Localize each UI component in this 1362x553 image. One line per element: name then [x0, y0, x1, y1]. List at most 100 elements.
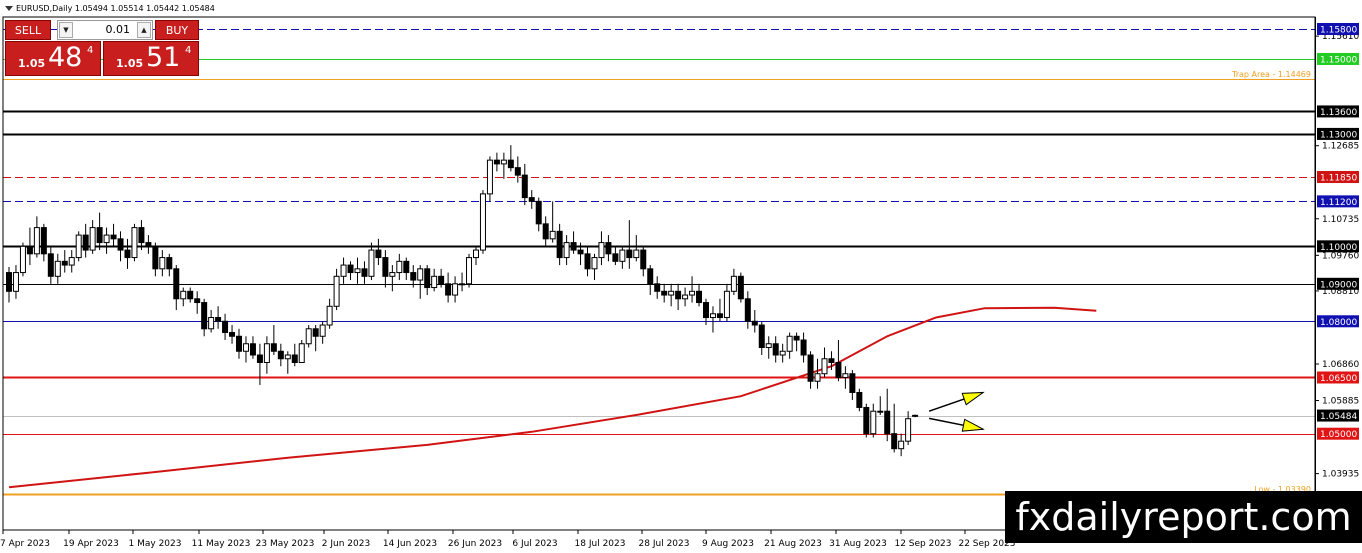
candle	[716, 298, 723, 322]
candle	[26, 227, 33, 266]
candle	[249, 336, 256, 359]
level-label: 1.13600	[1320, 108, 1357, 118]
candle-body	[75, 234, 82, 259]
candle-body	[68, 257, 75, 266]
candle	[640, 246, 647, 277]
candle-body	[159, 257, 166, 270]
candle	[368, 242, 375, 281]
candle-body	[229, 332, 236, 337]
candle	[354, 257, 361, 284]
candle	[131, 223, 138, 262]
candle	[647, 265, 654, 296]
candle-body	[912, 414, 919, 417]
candle	[689, 276, 696, 303]
candle	[584, 246, 591, 277]
candle-body	[333, 275, 340, 307]
candle-body	[452, 283, 459, 296]
x-tick-label: 7 Apr 2023	[0, 539, 50, 549]
candle-body	[577, 249, 584, 255]
x-tick-label: 31 Aug 2023	[829, 539, 887, 549]
lot-size-field[interactable]: ▼ 0.01 ▲	[57, 20, 153, 40]
lot-size-value[interactable]: 0.01	[76, 21, 134, 39]
candle-body	[514, 167, 521, 176]
candle-body	[298, 343, 305, 363]
candle	[675, 283, 682, 311]
candle	[152, 242, 159, 277]
candle	[912, 414, 919, 418]
candle-body	[821, 358, 828, 375]
candle-body	[835, 361, 842, 378]
candle	[103, 227, 110, 254]
price-chart[interactable]: Trap Area - 1.14469Low - 1.03390 1.15610…	[0, 0, 1362, 553]
candle-body	[598, 242, 605, 259]
chart-menu-icon[interactable]	[5, 6, 13, 11]
candle-body	[647, 268, 654, 285]
candle	[570, 231, 577, 254]
candle	[486, 156, 493, 202]
level-label: 1.11200	[1320, 198, 1357, 208]
candle-body	[500, 159, 507, 165]
buy-button[interactable]: BUY	[155, 20, 199, 40]
x-tick-label: 14 Jun 2023	[383, 539, 437, 549]
levels-layer: Trap Area - 1.14469Low - 1.03390	[3, 29, 1315, 496]
candle-body	[661, 290, 668, 296]
sell-button[interactable]: SELL	[5, 20, 51, 40]
candle-body	[117, 238, 124, 251]
candle	[514, 156, 521, 183]
arrow-head	[961, 391, 985, 406]
candle-body	[208, 317, 215, 330]
candle-body	[96, 227, 103, 244]
candle-body	[459, 283, 466, 286]
candle	[619, 246, 626, 269]
candle	[173, 265, 180, 311]
candle	[654, 276, 661, 299]
candle-body	[110, 234, 117, 240]
candle	[312, 325, 319, 352]
candle-body	[256, 354, 263, 363]
candle	[793, 332, 800, 352]
candle-body	[793, 335, 800, 341]
candle-body	[877, 410, 884, 413]
candle-body	[535, 200, 542, 225]
candle	[75, 231, 82, 262]
candle-body	[410, 272, 417, 281]
candle-body	[6, 272, 12, 292]
candle-body	[222, 320, 229, 334]
candle	[284, 351, 291, 374]
candle-body	[145, 242, 152, 247]
sell-price[interactable]: 1.05 48 4	[5, 41, 101, 76]
candle	[696, 283, 703, 307]
candle-body	[633, 249, 640, 259]
candle	[668, 283, 675, 307]
down-arrow-icon	[928, 417, 985, 432]
candle-body	[654, 283, 661, 292]
candle	[521, 163, 528, 206]
candle	[814, 358, 821, 389]
candle	[431, 268, 438, 292]
candle-body	[431, 275, 438, 289]
candle	[263, 336, 270, 374]
buy-price[interactable]: 1.05 51 4	[103, 41, 199, 76]
candle	[452, 276, 459, 303]
candle	[884, 388, 891, 442]
moving-average-layer	[8, 306, 1097, 489]
level-label: 1.05484	[1320, 412, 1357, 422]
candle-body	[47, 253, 54, 277]
candle	[361, 261, 368, 284]
candle	[737, 272, 744, 303]
candle	[856, 388, 863, 412]
candle-body	[173, 268, 180, 300]
candle-body	[131, 227, 138, 259]
candle-body	[696, 290, 703, 304]
candle-body	[619, 249, 626, 262]
candle	[229, 325, 236, 344]
candle-body	[82, 234, 89, 251]
triangle-down-icon[interactable]: ▼	[59, 22, 73, 38]
candle	[215, 306, 222, 329]
candle	[549, 201, 556, 243]
candle	[326, 298, 333, 329]
candle-body	[528, 197, 535, 202]
triangle-up-icon[interactable]: ▲	[137, 22, 151, 38]
candle-body	[194, 298, 201, 304]
candle-body	[730, 275, 737, 292]
